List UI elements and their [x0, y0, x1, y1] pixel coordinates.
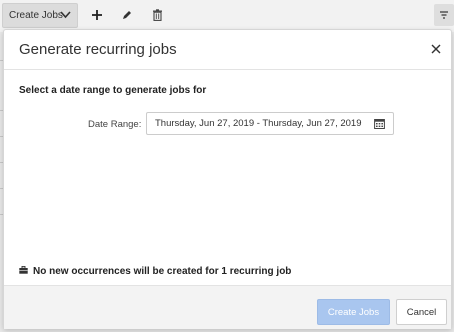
cancel-button[interactable]: Cancel [396, 299, 447, 325]
notice-text: No new occurrences will be created for 1… [33, 266, 292, 277]
dialog-title: Generate recurring jobs [19, 41, 177, 58]
chevron-down-icon [60, 9, 71, 23]
pencil-icon[interactable] [120, 8, 134, 22]
date-range-input[interactable]: Thursday, Jun 27, 2019 - Thursday, Jun 2… [146, 112, 394, 135]
occurrence-notice: No new occurrences will be created for 1… [19, 265, 292, 277]
trash-icon[interactable] [150, 8, 164, 22]
date-range-value: Thursday, Jun 27, 2019 - Thursday, Jun 2… [155, 118, 362, 129]
generate-jobs-dialog: Generate recurring jobs Select a date ra… [3, 29, 452, 329]
create-jobs-dropdown[interactable]: Create Jobs [2, 3, 78, 28]
create-jobs-label: Create Jobs [9, 10, 63, 21]
toolbar: Create Jobs [0, 0, 454, 32]
date-range-label: Date Range: [88, 119, 142, 130]
close-icon[interactable] [430, 43, 442, 55]
dialog-footer: Create Jobs Cancel [4, 285, 451, 329]
briefcase-icon [19, 265, 28, 277]
section-heading: Select a date range to generate jobs for [19, 85, 207, 96]
plus-icon[interactable] [90, 8, 104, 22]
create-jobs-button[interactable]: Create Jobs [317, 299, 390, 325]
filter-icon[interactable] [434, 4, 454, 26]
dialog-header: Generate recurring jobs [4, 30, 451, 70]
calendar-icon[interactable] [374, 118, 385, 132]
